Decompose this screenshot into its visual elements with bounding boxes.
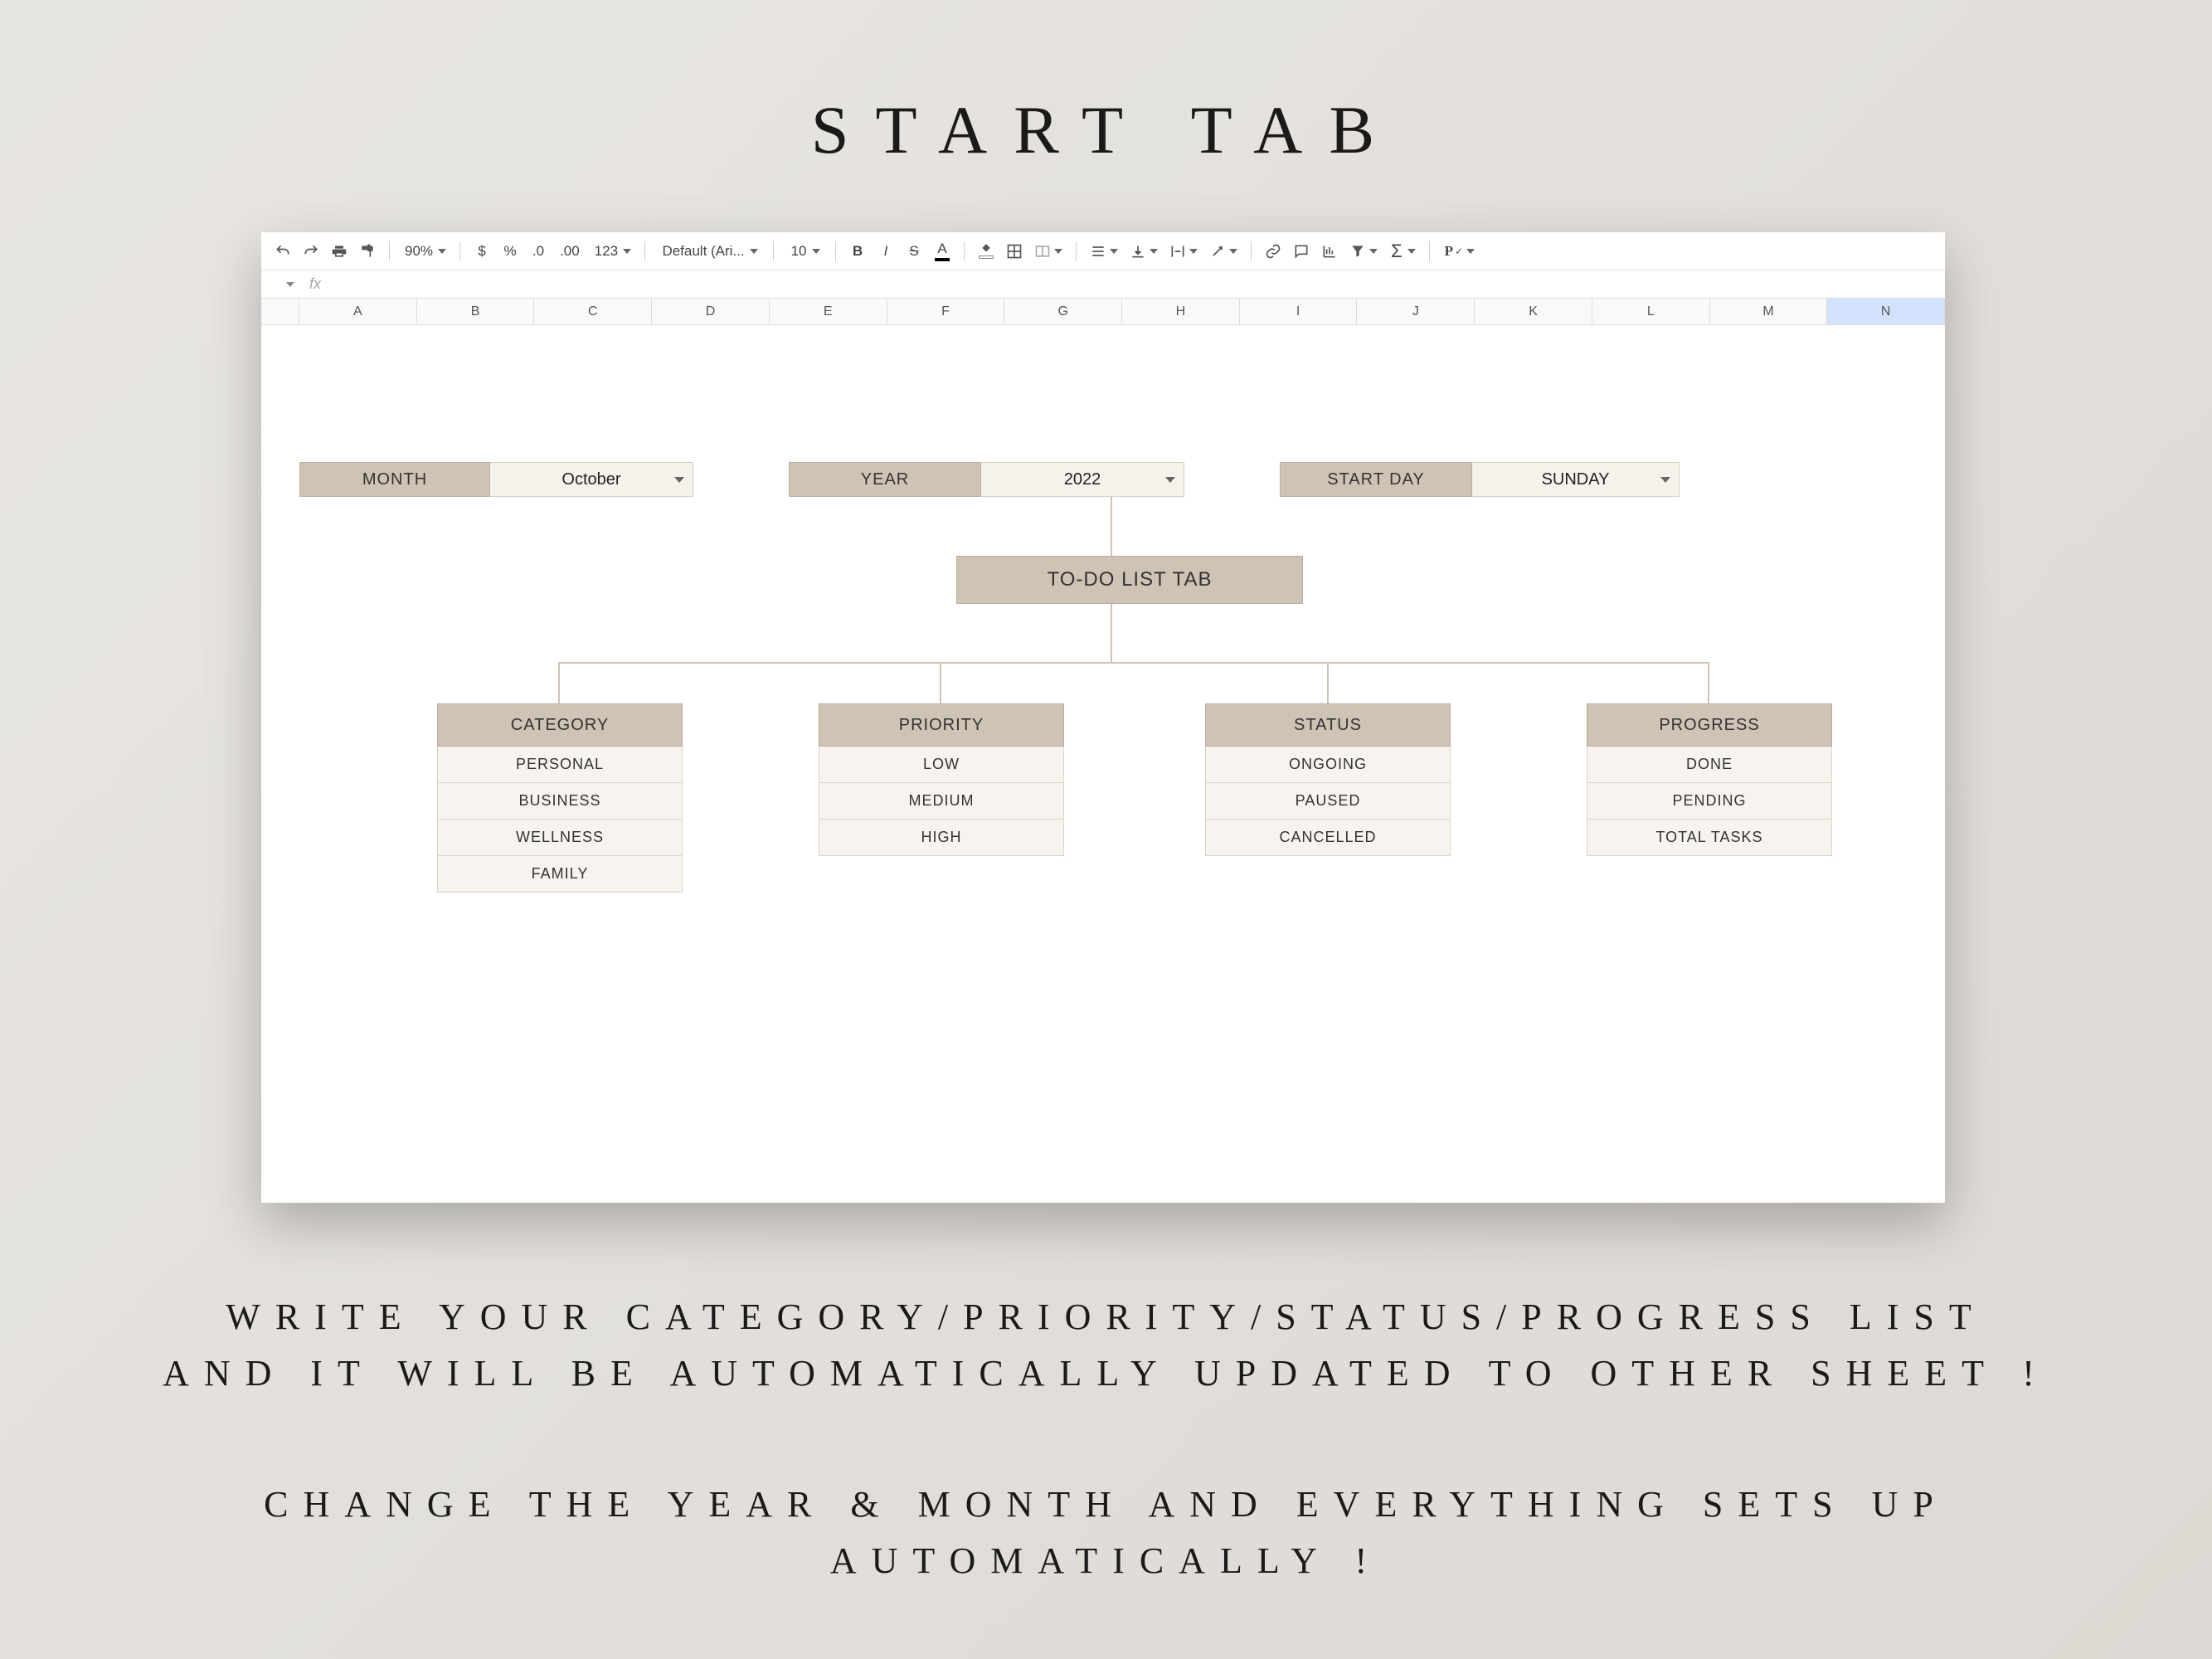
functions-icon[interactable]: Σ [1386,239,1419,264]
percent-button[interactable]: % [498,239,522,264]
fx-label: fx [309,275,321,293]
col-header[interactable]: A [299,299,417,324]
wrap-button[interactable] [1166,239,1201,264]
category-block: CATEGORY PERSONAL BUSINESS WELLNESS FAMI… [437,703,683,893]
sheet-body[interactable]: MONTH October YEAR 2022 START DAY SUNDAY… [261,325,1945,1203]
category-item[interactable]: FAMILY [437,856,683,893]
priority-head: PRIORITY [819,703,1064,747]
font-size-select[interactable]: 10 [784,239,825,264]
select-all-corner[interactable] [261,299,299,324]
priority-item[interactable]: HIGH [819,820,1064,856]
startday-label: START DAY [1280,462,1472,497]
connector-line [558,662,1708,664]
connector-line [558,662,560,703]
borders-button[interactable] [1003,239,1026,264]
section-title: TO-DO LIST TAB [956,556,1303,604]
status-item[interactable]: CANCELLED [1205,820,1451,856]
comment-icon[interactable] [1290,239,1313,264]
italic-button[interactable]: I [874,239,897,264]
name-box-dropdown-icon[interactable] [286,282,294,287]
col-header[interactable]: E [770,299,887,324]
col-header[interactable]: F [887,299,1005,324]
chevron-down-icon [1660,477,1670,483]
col-header[interactable]: B [417,299,535,324]
chart-icon[interactable] [1318,239,1341,264]
col-header[interactable]: C [534,299,652,324]
connector-line [1327,662,1329,703]
col-header[interactable]: L [1592,299,1710,324]
status-item[interactable]: ONGOING [1205,747,1451,783]
chevron-down-icon [1165,477,1175,483]
v-align-button[interactable] [1126,239,1161,264]
text-color-button[interactable]: A [931,239,954,264]
priority-item[interactable]: MEDIUM [819,783,1064,820]
progress-item[interactable]: TOTAL TASKS [1587,820,1832,856]
col-header[interactable]: K [1475,299,1592,324]
paint-format-icon[interactable] [356,239,379,264]
connector-line [1111,604,1112,664]
redo-icon[interactable] [299,239,323,264]
merge-button[interactable] [1031,239,1066,264]
caption-1: WRITE YOUR CATEGORY/PRIORITY/STATUS/PROG… [0,1289,2212,1402]
col-header[interactable]: D [652,299,770,324]
col-header[interactable]: H [1122,299,1240,324]
col-header[interactable]: G [1004,299,1122,324]
year-selector: YEAR 2022 [789,462,1184,497]
toolbar: 90% $ % .0 .00 123 Default (Ari... 10 B … [261,232,1945,270]
fill-color-button[interactable] [975,239,998,264]
status-head: STATUS [1205,703,1451,747]
spreadsheet-window: 90% $ % .0 .00 123 Default (Ari... 10 B … [261,232,1945,1203]
col-header[interactable]: N [1827,299,1945,324]
addons-button[interactable]: P✓ [1440,239,1478,264]
col-header[interactable]: J [1357,299,1475,324]
progress-head: PROGRESS [1587,703,1832,747]
decrease-decimal-button[interactable]: .0 [527,239,550,264]
currency-button[interactable]: $ [470,239,493,264]
col-header[interactable]: I [1240,299,1358,324]
progress-block: PROGRESS DONE PENDING TOTAL TASKS [1587,703,1832,856]
column-headers: A B C D E F G H I J K L M N [261,299,1945,325]
priority-block: PRIORITY LOW MEDIUM HIGH [819,703,1064,856]
category-head: CATEGORY [437,703,683,747]
col-header[interactable]: M [1710,299,1828,324]
startday-dropdown[interactable]: SUNDAY [1472,462,1680,497]
progress-item[interactable]: PENDING [1587,783,1832,820]
year-dropdown[interactable]: 2022 [981,462,1184,497]
page-title: START TAB [0,0,2212,169]
rotate-button[interactable] [1206,239,1241,264]
category-item[interactable]: PERSONAL [437,747,683,783]
increase-decimal-button[interactable]: .00 [555,239,585,264]
caption-2: CHANGE THE YEAR & MONTH AND EVERYTHING S… [0,1477,2212,1589]
status-item[interactable]: PAUSED [1205,783,1451,820]
filter-icon[interactable] [1346,239,1381,264]
print-icon[interactable] [328,239,351,264]
category-item[interactable]: WELLNESS [437,820,683,856]
formula-bar[interactable]: fx [261,270,1945,299]
month-label: MONTH [299,462,490,497]
zoom-select[interactable]: 90% [400,239,450,264]
connector-line [940,662,941,703]
year-label: YEAR [789,462,981,497]
progress-item[interactable]: DONE [1587,747,1832,783]
connector-line [1111,497,1112,557]
startday-selector: START DAY SUNDAY [1280,462,1680,497]
strike-button[interactable]: S [902,239,926,264]
category-item[interactable]: BUSINESS [437,783,683,820]
month-dropdown[interactable]: October [490,462,693,497]
link-icon[interactable] [1262,239,1285,264]
month-selector: MONTH October [299,462,693,497]
chevron-down-icon [674,477,684,483]
status-block: STATUS ONGOING PAUSED CANCELLED [1205,703,1451,856]
font-select[interactable]: Default (Ari... [655,239,763,264]
bold-button[interactable]: B [846,239,869,264]
h-align-button[interactable] [1087,239,1121,264]
connector-line [1708,662,1709,703]
number-format-select[interactable]: 123 [590,239,634,264]
priority-item[interactable]: LOW [819,747,1064,783]
undo-icon[interactable] [271,239,294,264]
